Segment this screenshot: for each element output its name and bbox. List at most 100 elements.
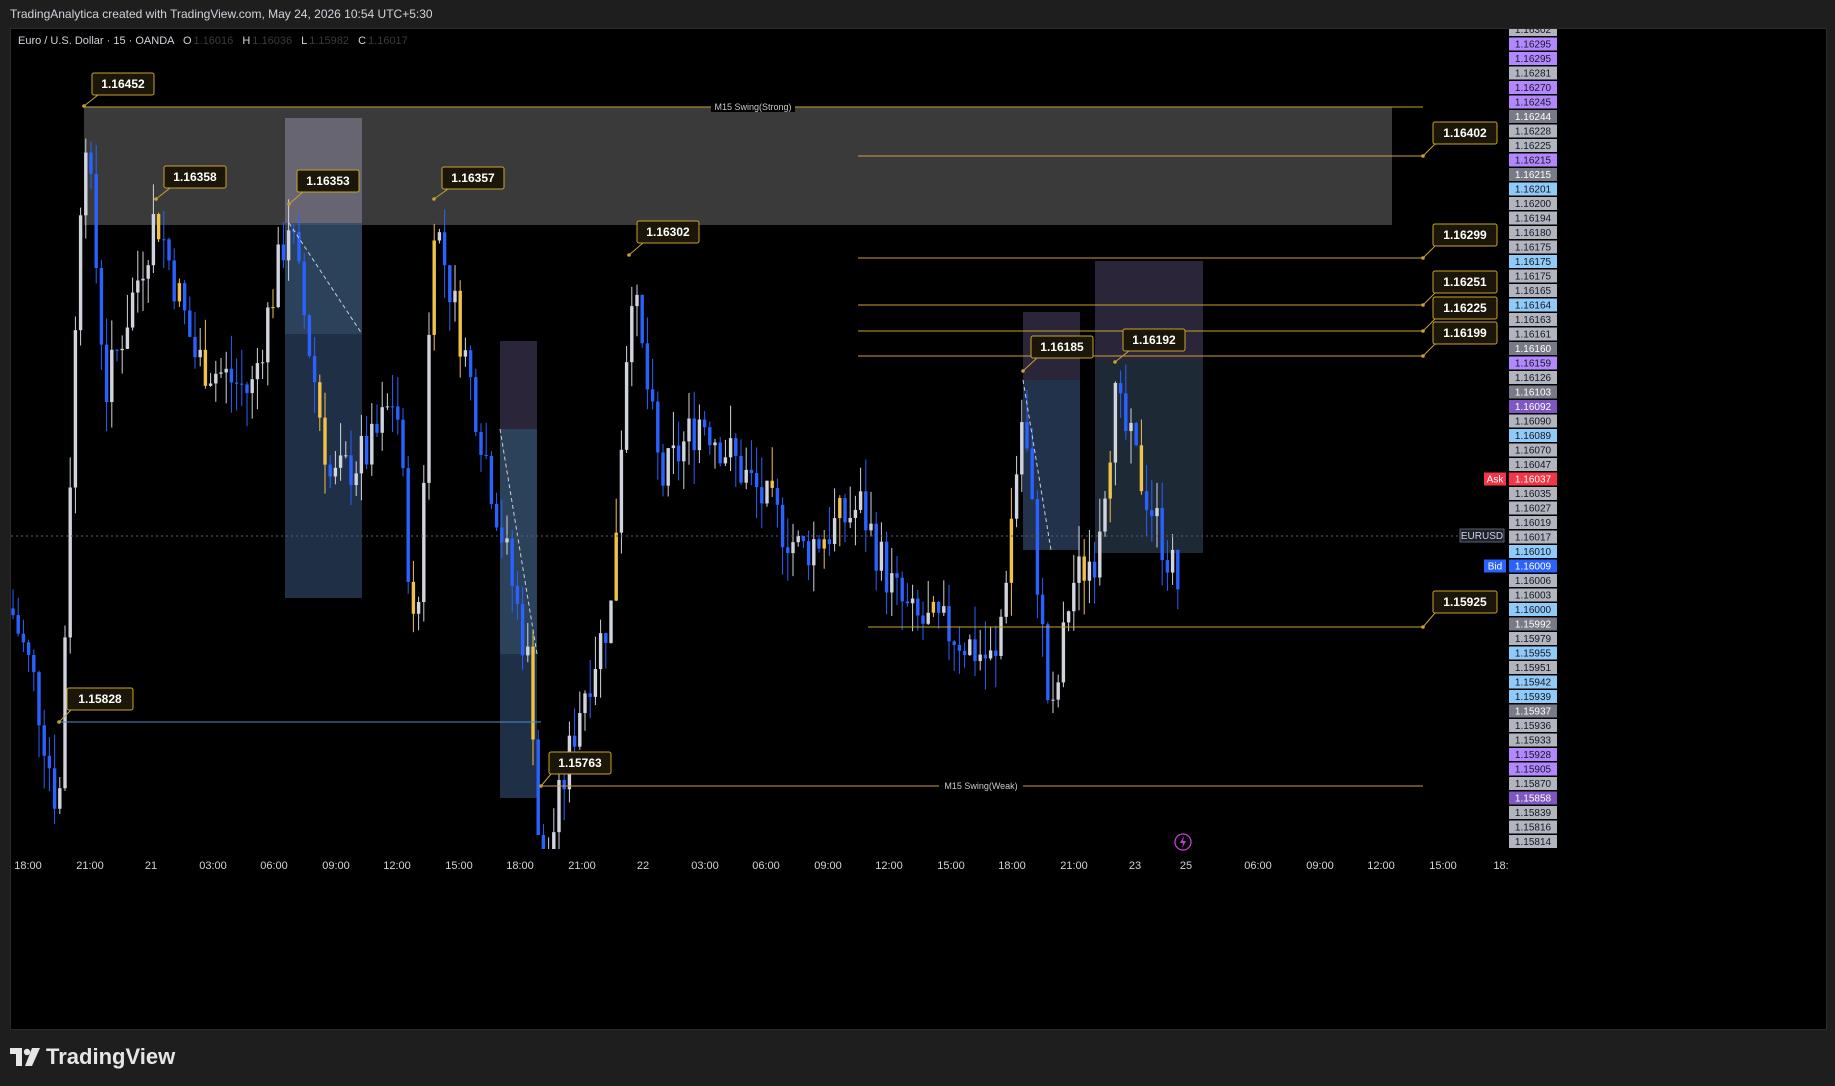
symbol-tag: EURUSD	[1461, 531, 1503, 542]
tradingview-brand: TradingView	[46, 1044, 176, 1069]
candle	[874, 511, 878, 591]
candle	[401, 407, 405, 477]
candle-body	[884, 541, 889, 593]
candle	[708, 421, 712, 455]
price-scale[interactable]: 1.16302 1.16295 1.16295 1.16281 1.16270 1.162…	[1459, 29, 1826, 859]
level-callout[interactable]: 1.16299	[1421, 223, 1498, 260]
time-axis-tick: 21:00	[76, 860, 104, 872]
candle	[791, 523, 795, 577]
price-callout[interactable]: 1.16452	[82, 72, 155, 108]
price-callout[interactable]: 1.15763	[539, 751, 612, 788]
candle	[385, 393, 390, 411]
candle-body	[286, 230, 291, 261]
candle	[52, 734, 57, 824]
candle	[624, 345, 629, 453]
time-axis-tick: 06:00	[752, 860, 780, 872]
candle-body	[136, 280, 140, 293]
candle-body	[838, 498, 842, 519]
callout-pointer	[1422, 343, 1436, 357]
candle	[208, 373, 213, 387]
chart-frame[interactable]: M15 Swing(Strong) M15 Swing(Weak) 1.16452 1…	[10, 28, 1827, 1030]
candle-body	[474, 377, 478, 433]
time-axis-tick: 09:00	[322, 860, 350, 872]
candle-body	[1160, 508, 1164, 561]
candle	[1061, 601, 1066, 688]
candle	[484, 422, 488, 459]
candle-body	[318, 382, 322, 418]
candle-body	[484, 454, 488, 456]
candle	[806, 530, 811, 580]
candle-body	[593, 669, 598, 697]
candle-body	[208, 383, 213, 386]
callout-price: 1.15763	[558, 756, 602, 770]
candle	[104, 318, 109, 432]
candle	[437, 228, 442, 244]
swing-strong-label: M15 Swing(Strong)	[714, 102, 791, 112]
candle	[141, 251, 145, 312]
lightning-icon[interactable]	[1174, 833, 1192, 851]
price-callout[interactable]: 1.16302	[627, 220, 700, 257]
time-axis[interactable]: 18:00 21:00 21 03:00 06:00 09:00 12:00 15:00 18:…	[11, 849, 1826, 1029]
candle-body	[380, 407, 384, 433]
candle	[73, 316, 78, 514]
candle-body	[99, 267, 104, 345]
level-callout[interactable]: 1.16199	[1421, 321, 1498, 358]
price-scale-label: 1.15905	[1515, 765, 1552, 776]
candle	[489, 451, 494, 509]
candle-body	[328, 464, 332, 477]
time-axis-tick: 23	[1129, 860, 1141, 872]
attribution-text: TradingAnalytica created with TradingVie…	[10, 7, 433, 21]
candle	[427, 312, 431, 500]
candle-body	[947, 606, 951, 642]
candle-body	[458, 290, 462, 357]
price-scale-label: 1.16035	[1515, 489, 1552, 500]
candle	[687, 393, 691, 465]
time-axis-tick: 21:00	[1060, 860, 1088, 872]
price-scale-label: 1.16215	[1515, 170, 1552, 181]
price-scale-label: 1.15937	[1515, 707, 1552, 718]
price-scale-label: 1.15839	[1515, 808, 1552, 819]
candle-body	[796, 535, 800, 543]
price-callout[interactable]: 1.15828	[57, 687, 134, 724]
candle-body	[1118, 382, 1123, 394]
candle-body	[619, 449, 624, 533]
candle-body	[120, 348, 124, 351]
price-chart[interactable]: M15 Swing(Strong) M15 Swing(Weak) 1.16452 1…	[11, 29, 1826, 1029]
low-label: L	[301, 35, 308, 47]
candle-body	[151, 213, 156, 266]
candle	[936, 601, 941, 629]
candle-body	[656, 401, 660, 453]
candle	[1046, 621, 1050, 704]
candle-body	[1040, 594, 1045, 625]
candle	[864, 459, 868, 553]
level-callout[interactable]: 1.16402	[1421, 121, 1498, 158]
candle-body	[16, 615, 20, 634]
candle-body	[422, 482, 426, 603]
candle-body	[1020, 422, 1024, 475]
candle	[120, 335, 124, 374]
candle	[848, 486, 852, 529]
candle-body	[84, 152, 88, 216]
time-axis-tick: 21	[145, 860, 157, 872]
level-callout[interactable]: 1.15925	[1421, 590, 1498, 629]
candle	[578, 691, 582, 750]
time-axis-tick: 15:00	[445, 860, 473, 872]
candle	[671, 411, 676, 475]
price-scale-label: 1.15951	[1515, 663, 1552, 674]
candle	[921, 601, 925, 640]
candle-body	[468, 350, 473, 378]
candle	[952, 639, 956, 672]
tradingview-logo[interactable]: TradingView	[10, 1042, 175, 1072]
candle-body	[536, 739, 540, 835]
price-scale-label: 1.16281	[1515, 69, 1552, 80]
candle-body	[531, 646, 535, 740]
candle	[739, 439, 743, 485]
candle	[754, 447, 759, 519]
candle	[78, 207, 83, 346]
candle	[916, 589, 920, 631]
candle-body	[1014, 474, 1019, 519]
candle-body	[775, 487, 780, 505]
candle-body	[505, 538, 509, 543]
candle-body	[510, 538, 514, 586]
price-scale-label: 1.16070	[1515, 446, 1552, 457]
